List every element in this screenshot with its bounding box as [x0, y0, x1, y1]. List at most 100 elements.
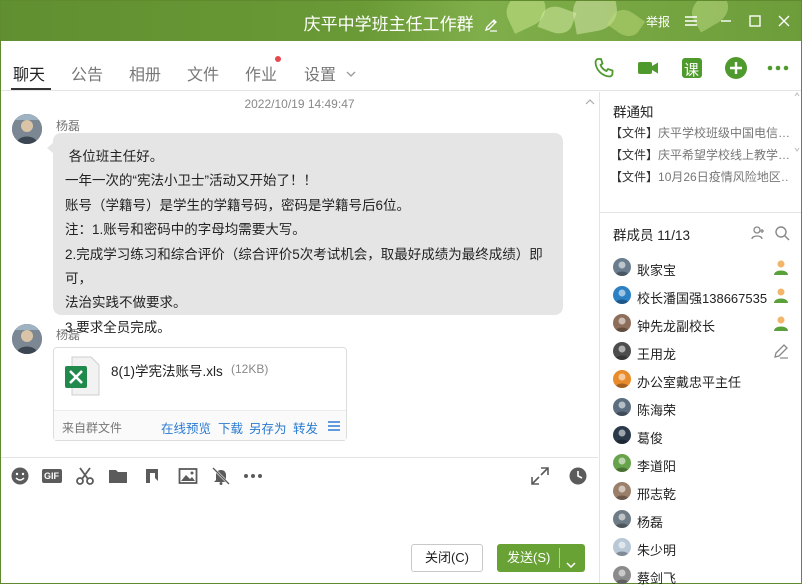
avatar[interactable]	[12, 324, 42, 354]
group-side-panel: 群通知 【文件】庆平学校班级中国电信… 【文件】庆平希望学校线上教学… 【文件】…	[599, 92, 801, 586]
music-icon[interactable]	[142, 466, 162, 486]
send-button-label: 发送(S)	[507, 550, 551, 565]
member-avatar	[613, 426, 631, 444]
member-name: 钟先龙副校长	[637, 319, 716, 334]
member-name: 葛俊	[637, 431, 664, 446]
member-item[interactable]: 办公室戴忠平主任	[610, 368, 792, 392]
file-size: (12KB)	[231, 362, 269, 376]
save-as-link[interactable]: 另存为	[249, 418, 287, 437]
notice-scrollbar[interactable]	[794, 92, 800, 152]
excel-file-icon	[64, 356, 100, 396]
member-name: 王用龙	[637, 347, 677, 362]
member-item[interactable]: 校长潘国强13866753546	[610, 284, 792, 308]
phone-icon[interactable]	[592, 56, 616, 80]
image-icon[interactable]	[178, 466, 198, 486]
sender-name: 杨磊	[56, 328, 81, 342]
search-icon[interactable]	[774, 225, 790, 241]
maximize-icon[interactable]	[745, 11, 765, 31]
member-item[interactable]: 蔡剑飞	[610, 564, 792, 588]
notice-item[interactable]: 【文件】10月26日疫情风险地区…	[610, 168, 790, 185]
admin-icon	[772, 258, 790, 276]
notice-text: 庆平学校班级中国电信…	[658, 126, 790, 140]
download-link[interactable]: 下载	[218, 418, 243, 437]
input-toolbar: GIF	[1, 457, 598, 493]
tab-homework[interactable]: 作业	[245, 61, 277, 85]
close-button[interactable]: 关闭(C)	[411, 544, 483, 572]
member-item[interactable]: 耿家宝	[610, 256, 792, 280]
member-avatar	[613, 510, 631, 528]
member-item[interactable]: 陈海荣	[610, 396, 792, 420]
tab-bar: 聊天 公告 相册 文件 作业 设置 课	[1, 41, 801, 91]
member-name: 杨磊	[637, 515, 664, 530]
file-menu-icon[interactable]	[327, 419, 341, 433]
send-options-chevron-icon[interactable]	[565, 553, 577, 569]
member-item[interactable]: 王用龙	[610, 340, 792, 364]
add-member-icon[interactable]	[750, 225, 766, 241]
notice-item[interactable]: 【文件】庆平学校班级中国电信…	[610, 124, 790, 141]
member-item[interactable]: 葛俊	[610, 424, 792, 448]
preview-online-link[interactable]: 在线预览	[161, 418, 211, 437]
minimize-icon[interactable]	[716, 11, 736, 31]
notice-text: 庆平希望学校线上教学…	[658, 148, 790, 162]
member-item[interactable]: 钟先龙副校长	[610, 312, 792, 336]
lesson-label: 课	[684, 62, 700, 79]
message-list[interactable]: 2022/10/19 14:49:47 杨磊 各位班主任好。 一年一次的“宪法小…	[1, 92, 598, 457]
message-line: 2.完成学习练习和综合评价（综合评价5次考试机会，取最好成绩为最终成绩）即可，	[65, 246, 543, 287]
mute-bell-icon[interactable]	[211, 466, 231, 486]
tab-files[interactable]: 文件	[187, 61, 219, 85]
member-item[interactable]: 杨磊	[610, 508, 792, 532]
forward-link[interactable]: 转发	[293, 418, 318, 437]
title-bar[interactable]: 庆平中学班主任工作群 举报	[1, 1, 801, 41]
message-line: 3.要求全员完成。	[65, 319, 171, 335]
close-icon[interactable]	[774, 11, 794, 31]
member-item[interactable]: 李道阳	[610, 452, 792, 476]
message-bubble[interactable]: 各位班主任好。 一年一次的“宪法小卫士”活动又开始了！！ 账号（学籍号）是学生的…	[53, 133, 563, 335]
message-line: 账号（学籍号）是学生的学籍号码，密码是学籍号后6位。	[65, 197, 411, 213]
scissors-icon[interactable]	[75, 466, 95, 486]
member-name: 办公室戴忠平主任	[637, 375, 742, 390]
member-name: 朱少明	[637, 543, 677, 558]
file-name[interactable]: 8(1)学宪法账号.xls	[111, 360, 223, 380]
lesson-icon[interactable]: 课	[680, 56, 704, 80]
message-timestamp: 2022/10/19 14:49:47	[244, 97, 355, 111]
more-icon[interactable]	[766, 56, 790, 80]
report-link[interactable]: 举报	[646, 13, 670, 30]
avatar[interactable]	[12, 114, 42, 144]
edit-title-icon[interactable]	[484, 17, 498, 37]
tab-chat[interactable]: 聊天	[13, 61, 45, 85]
file-source: 来自群文件	[62, 421, 123, 435]
emoji-icon[interactable]	[10, 466, 30, 486]
file-card[interactable]: 8(1)学宪法账号.xls (12KB) 来自群文件 在线预览 下载 另存为 转…	[53, 347, 347, 441]
admin-icon	[772, 286, 790, 304]
message-line: 各位班主任好。	[65, 149, 164, 164]
gif-label: GIF	[44, 471, 59, 481]
panel-divider	[600, 212, 801, 213]
send-button[interactable]: 发送(S)	[497, 544, 585, 572]
notice-tag: 【文件】	[610, 126, 659, 140]
member-item[interactable]: 邢志乾	[610, 480, 792, 504]
add-icon[interactable]	[724, 56, 748, 80]
members-title: 群成员 11/13	[613, 228, 691, 243]
settings-menu-icon[interactable]	[681, 11, 701, 31]
member-name: 李道阳	[637, 459, 677, 474]
tab-settings[interactable]: 设置	[304, 61, 356, 85]
edit-member-icon[interactable]	[772, 342, 790, 360]
folder-icon[interactable]	[108, 466, 128, 486]
notice-tag: 【文件】	[610, 170, 659, 184]
notice-title: 群通知	[613, 105, 654, 120]
gif-icon[interactable]: GIF	[41, 466, 63, 486]
tab-album[interactable]: 相册	[129, 61, 161, 85]
history-clock-icon[interactable]	[568, 466, 588, 486]
notice-item[interactable]: 【文件】庆平希望学校线上教学…	[610, 146, 790, 163]
more-icon[interactable]	[243, 466, 263, 486]
active-tab-indicator	[11, 88, 51, 90]
tab-announcement[interactable]: 公告	[71, 61, 103, 85]
expand-icon[interactable]	[530, 466, 550, 486]
notice-text: 10月26日疫情风险地区…	[658, 170, 790, 184]
message-input[interactable]	[1, 493, 598, 537]
member-name: 校长潘国强13866753546	[637, 291, 767, 306]
member-avatar	[613, 286, 631, 304]
member-item[interactable]: 朱少明	[610, 536, 792, 560]
video-icon[interactable]	[636, 56, 660, 80]
member-avatar	[613, 314, 631, 332]
